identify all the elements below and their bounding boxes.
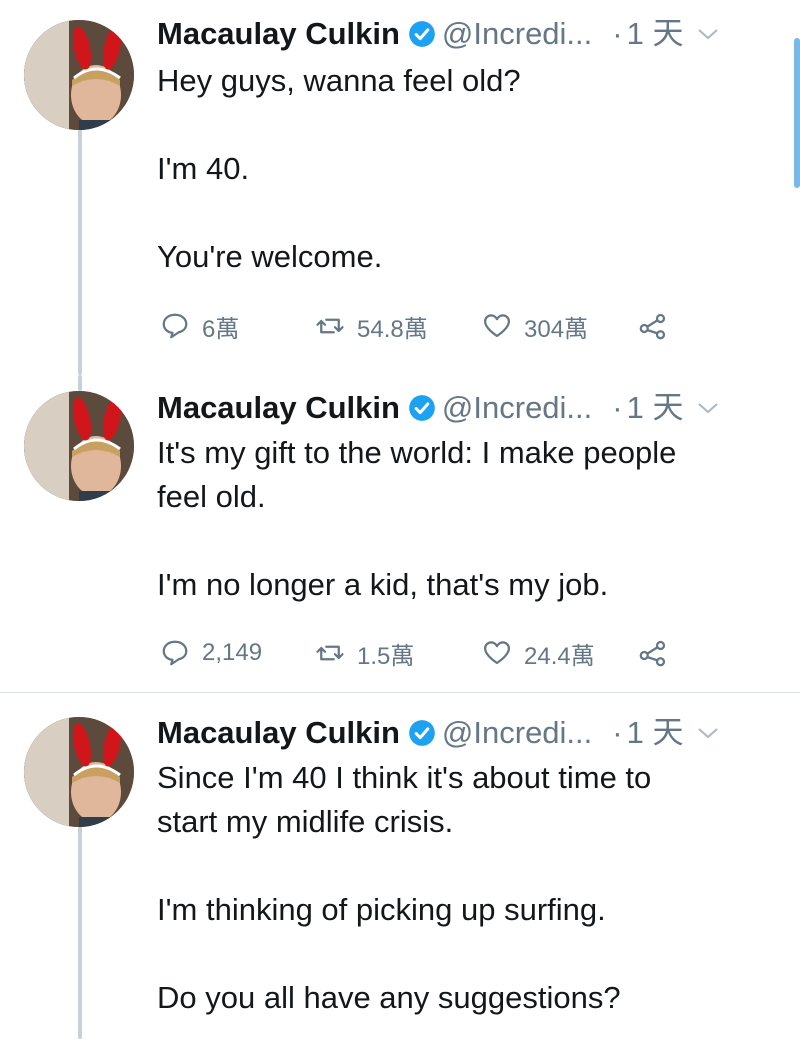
tweet-line: You're welcome. bbox=[157, 239, 383, 274]
like-count: 24.4萬 bbox=[524, 642, 595, 670]
display-name[interactable]: Macaulay Culkin bbox=[157, 713, 400, 753]
retweet-icon bbox=[316, 318, 344, 334]
tweet-line: Do you all have any suggestions? bbox=[157, 980, 621, 1015]
like-count: 304萬 bbox=[524, 315, 589, 343]
tweet[interactable]: Macaulay Culkin @Incredi... · 1 天 Since … bbox=[0, 693, 800, 1039]
tweet[interactable]: Macaulay Culkin @Incredi... · 1 天 It's m… bbox=[0, 375, 800, 693]
tweet-actions: 2,149 1.5萬 24.4萬 bbox=[160, 633, 740, 673]
chevron-down-icon[interactable] bbox=[697, 401, 719, 415]
heart-icon bbox=[484, 641, 510, 665]
chevron-down-icon[interactable] bbox=[697, 726, 719, 740]
tweet-line: I'm no longer a kid, that's my job. bbox=[157, 567, 609, 602]
share-button[interactable] bbox=[638, 306, 680, 346]
thread-connector bbox=[78, 823, 82, 1039]
retweet-button[interactable]: 54.8萬 bbox=[315, 306, 428, 346]
chevron-down-icon[interactable] bbox=[697, 27, 719, 41]
avatar[interactable] bbox=[24, 20, 134, 130]
tweet-text: It's my gift to the world: I make people… bbox=[157, 431, 760, 607]
reply-count: 6萬 bbox=[202, 315, 240, 343]
timestamp[interactable]: 1 天 bbox=[627, 14, 684, 54]
tweet-line: I'm thinking of picking up surfing. bbox=[157, 892, 606, 927]
verified-badge-icon bbox=[409, 395, 435, 421]
separator-dot: · bbox=[612, 715, 623, 750]
timestamp[interactable]: 1 天 bbox=[627, 713, 684, 753]
separator-dot: · bbox=[612, 390, 623, 425]
tweet-line: I'm 40. bbox=[157, 151, 250, 186]
tweet-feed: Macaulay Culkin @Incredi... · 1 天 Hey gu… bbox=[0, 0, 800, 1039]
handle[interactable]: @Incredi... bbox=[442, 14, 592, 54]
tweet-line: Since I'm 40 I think it's about time to bbox=[157, 760, 652, 795]
handle[interactable]: @Incredi... bbox=[442, 713, 592, 753]
tweet-actions: 6萬 54.8萬 304萬 bbox=[160, 306, 740, 346]
like-button[interactable]: 24.4萬 bbox=[482, 633, 595, 673]
retweet-count: 1.5萬 bbox=[357, 642, 415, 670]
verified-badge-icon bbox=[409, 720, 435, 746]
tweet-text: Hey guys, wanna feel old? I'm 40. You're… bbox=[157, 59, 760, 279]
tweet-header: Macaulay Culkin @Incredi... · 1 天 bbox=[157, 388, 770, 428]
retweet-count: 54.8萬 bbox=[357, 315, 428, 343]
tweet-line: Hey guys, wanna feel old? bbox=[157, 63, 521, 98]
retweet-icon bbox=[316, 645, 344, 661]
reply-button[interactable]: 2,149 bbox=[160, 633, 262, 673]
tweet[interactable]: Macaulay Culkin @Incredi... · 1 天 Hey gu… bbox=[0, 0, 800, 375]
display-name[interactable]: Macaulay Culkin bbox=[157, 14, 400, 54]
tweet-line: feel old. bbox=[157, 479, 266, 514]
avatar[interactable] bbox=[24, 717, 134, 827]
tweet-header: Macaulay Culkin @Incredi... · 1 天 bbox=[157, 713, 770, 753]
reply-count: 2,149 bbox=[202, 639, 263, 666]
heart-icon bbox=[484, 314, 510, 338]
reply-button[interactable]: 6萬 bbox=[160, 306, 239, 346]
timestamp[interactable]: 1 天 bbox=[627, 388, 684, 428]
reply-icon bbox=[162, 640, 188, 666]
avatar[interactable] bbox=[24, 391, 134, 501]
separator-dot: · bbox=[612, 16, 623, 51]
reply-icon bbox=[162, 313, 188, 339]
tweet-line: start my midlife crisis. bbox=[157, 804, 454, 839]
share-button[interactable] bbox=[638, 633, 680, 673]
tweet-line: It's my gift to the world: I make people bbox=[157, 435, 677, 470]
retweet-button[interactable]: 1.5萬 bbox=[315, 633, 414, 673]
display-name[interactable]: Macaulay Culkin bbox=[157, 388, 400, 428]
thread-connector bbox=[78, 375, 82, 391]
verified-badge-icon bbox=[409, 21, 435, 47]
share-icon bbox=[639, 313, 666, 340]
handle[interactable]: @Incredi... bbox=[442, 388, 592, 428]
tweet-header: Macaulay Culkin @Incredi... · 1 天 bbox=[157, 14, 770, 54]
tweet-text: Since I'm 40 I think it's about time to … bbox=[157, 756, 760, 1020]
like-button[interactable]: 304萬 bbox=[482, 306, 588, 346]
share-icon bbox=[639, 640, 666, 667]
thread-connector bbox=[78, 128, 82, 375]
scrollbar[interactable] bbox=[794, 38, 800, 188]
